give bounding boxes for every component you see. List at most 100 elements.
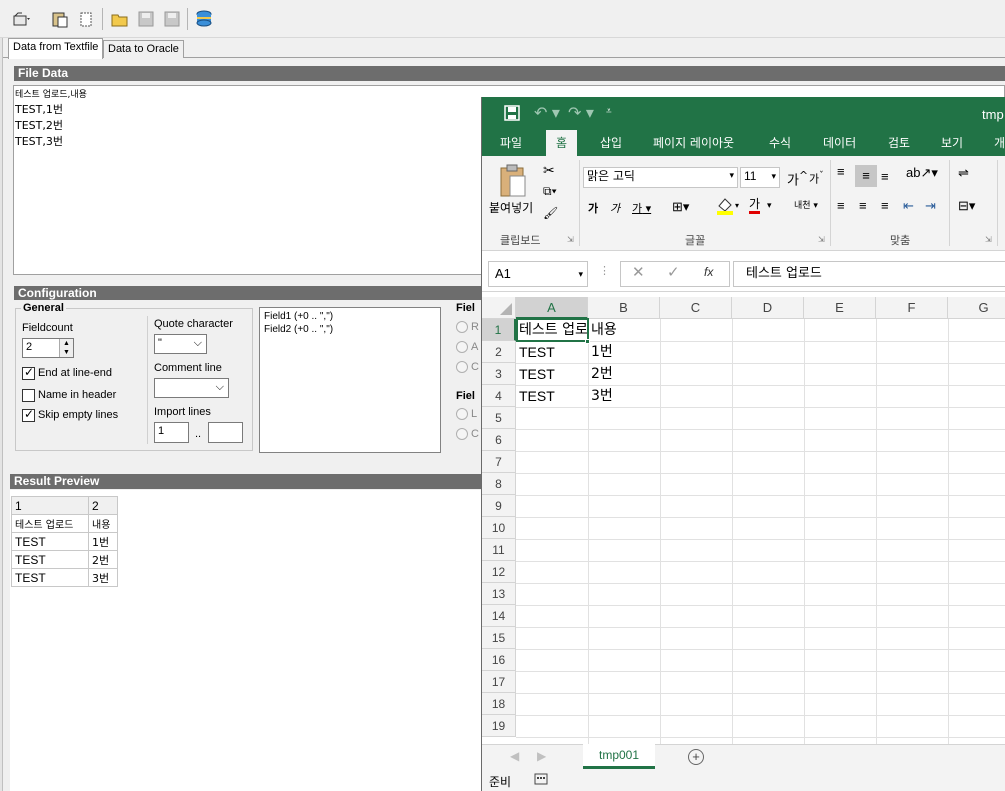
fill-handle[interactable] [585,339,590,344]
column-header[interactable]: D [732,297,804,319]
font-size-select[interactable]: 11 ▾ [740,167,780,188]
name-box[interactable]: A1 ▾ [488,261,588,287]
fill-color-icon[interactable]: ▾ [716,196,742,219]
table-cell[interactable]: TEST [11,550,89,569]
row-header[interactable]: 8 [482,473,516,495]
add-sheet-icon[interactable]: + [688,749,704,765]
row-header[interactable]: 12 [482,561,516,583]
ribbon-tab-formulas[interactable]: 수식 [769,130,791,156]
font-color-button[interactable]: 가 [749,198,761,214]
cell-a4[interactable]: TEST [516,385,588,407]
field-list-item[interactable]: Field2 (+0 .. ",") [264,323,436,336]
database-icon[interactable] [194,9,214,29]
copy-icon[interactable]: ⧉▾ [543,184,557,199]
save-all-icon[interactable] [162,9,182,29]
align-left-icon[interactable]: ≡ [837,198,845,213]
underline-button[interactable]: 가 ▾ [632,200,651,216]
scroll-left-icon[interactable]: ◀ [510,749,519,763]
align-right-icon[interactable]: ≡ [881,198,889,213]
dialog-launcher-icon[interactable]: ⇲ [985,235,992,244]
dialog-launcher-icon[interactable]: ⇲ [818,235,825,244]
column-header[interactable]: A [516,297,588,319]
skip-empty-lines-checkbox[interactable] [22,407,35,422]
field-option-radio[interactable] [456,361,468,373]
ribbon-tab-home[interactable]: 홈 [546,130,578,156]
quote-character-select[interactable]: " ⌵ [154,334,207,354]
row-header[interactable]: 2 [482,341,516,363]
column-header[interactable]: E [804,297,876,319]
enter-icon[interactable]: ✓ [667,263,680,281]
align-center-icon[interactable]: ≡ [859,198,867,213]
select-all-corner[interactable] [482,297,516,319]
fieldcount-spinner[interactable]: 2 ▲ ▼ [22,338,74,358]
open-dropdown-icon[interactable] [12,9,32,29]
table-header-cell[interactable]: 2 [88,496,118,515]
column-header[interactable]: F [876,297,948,319]
comment-line-select[interactable]: ⌵ [154,378,229,398]
cancel-icon[interactable]: ✕ [632,263,645,281]
field-option-radio[interactable] [456,428,468,440]
redo-icon[interactable]: ↷ ▾ [568,103,594,123]
field-option-radio[interactable] [456,321,468,333]
field-list[interactable]: Field1 (+0 .. ",") Field2 (+0 .. ",") [259,307,441,453]
row-header[interactable]: 4 [482,385,516,407]
paste-button[interactable]: 붙여넣기 [489,199,533,216]
field-option-radio[interactable] [456,408,468,420]
increase-indent-icon[interactable]: ⇥ [925,198,936,214]
cell-a3[interactable]: TEST [516,363,588,385]
row-header[interactable]: 11 [482,539,516,561]
excel-save-icon[interactable] [504,105,520,124]
grow-font-button[interactable]: 가^ [787,169,808,188]
align-bottom-icon[interactable]: ≡ [881,169,889,184]
cell-b3[interactable]: 2번 [588,363,660,385]
field-option-radio[interactable] [456,341,468,353]
import-from-input[interactable]: 1 [154,422,189,443]
table-cell[interactable]: 3번 [88,568,118,587]
end-at-line-end-checkbox[interactable] [22,365,35,380]
row-header[interactable]: 17 [482,671,516,693]
table-cell[interactable]: 2번 [88,550,118,569]
chevron-down-icon[interactable]: ▾ [767,200,772,211]
format-painter-icon[interactable]: 🖌 [543,206,558,220]
shrink-font-button[interactable]: 가ˇ [809,170,824,187]
cell-b2[interactable]: 1번 [588,341,660,363]
phonetic-button[interactable]: 내천 ▾ [794,198,818,211]
row-header[interactable]: 16 [482,649,516,671]
table-cell[interactable]: 테스트 업로드 [11,514,89,533]
insert-function-icon[interactable]: fx [704,265,713,279]
row-header[interactable]: 14 [482,605,516,627]
paste-icon[interactable] [499,164,527,201]
row-header[interactable]: 18 [482,693,516,715]
field-list-item[interactable]: Field1 (+0 .. ",") [264,310,436,323]
formula-input[interactable]: 테스트 업로드 [733,261,1005,287]
wrap-text-icon[interactable]: ⇌ [958,165,969,181]
merge-center-icon[interactable]: ⊟▾ [958,198,975,214]
ribbon-tab-more[interactable]: 개 [994,130,1005,156]
italic-button[interactable]: 가 [610,200,620,216]
row-header[interactable]: 10 [482,517,516,539]
decrease-indent-icon[interactable]: ⇤ [903,198,914,214]
row-header[interactable]: 7 [482,451,516,473]
dialog-launcher-icon[interactable]: ⇲ [567,235,574,244]
ribbon-tab-review[interactable]: 검토 [888,130,910,156]
table-cell[interactable]: TEST [11,568,89,587]
ribbon-tab-data[interactable]: 데이터 [823,130,856,156]
row-header[interactable]: 15 [482,627,516,649]
save-icon[interactable] [136,9,156,29]
orientation-icon[interactable]: ab↗▾ [906,165,938,181]
spinner-arrows-icon[interactable]: ▲ ▼ [59,339,73,357]
column-header[interactable]: C [660,297,732,319]
scroll-right-icon[interactable]: ▶ [537,749,546,763]
row-header[interactable]: 19 [482,715,516,737]
undo-icon[interactable]: ↶ ▾ [534,103,560,123]
align-top-icon[interactable]: ≡ [837,165,845,179]
clear-icon[interactable] [76,9,96,29]
ribbon-tab-insert[interactable]: 삽입 [600,130,622,156]
name-in-header-checkbox[interactable] [22,389,35,402]
bold-button[interactable]: 가 [588,200,598,216]
import-to-input[interactable] [208,422,243,443]
ribbon-tab-view[interactable]: 보기 [941,130,963,156]
row-header[interactable]: 5 [482,407,516,429]
cell-b4[interactable]: 3번 [588,385,660,407]
cell-b1[interactable]: 내용 [588,319,660,341]
